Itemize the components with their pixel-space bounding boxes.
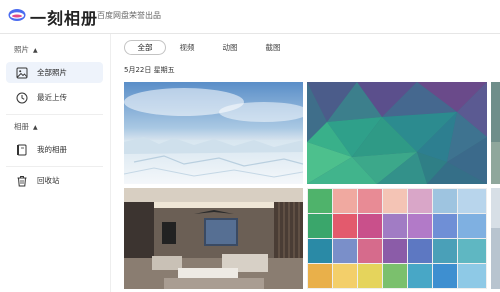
tab-gifs[interactable]: 动图 xyxy=(218,40,242,55)
tab-screenshots[interactable]: 截图 xyxy=(261,40,285,55)
sidebar: 照片 ▲ 全部照片 最近上传 相册 ▲ 我的相册 回收站 xyxy=(0,34,111,292)
color-swatch-photo xyxy=(307,188,487,289)
image-icon xyxy=(16,67,28,78)
sidebar-item-recent-uploads[interactable]: 最近上传 xyxy=(6,87,103,108)
photos-section-label: 照片 xyxy=(14,45,29,54)
sidebar-item-label: 最近上传 xyxy=(37,93,67,102)
tab-label: 全部 xyxy=(137,43,153,52)
sidebar-item-my-albums[interactable]: 我的相册 xyxy=(6,139,103,160)
clock-icon xyxy=(16,92,28,103)
caret-up-icon: ▲ xyxy=(33,47,38,54)
tab-label: 动图 xyxy=(222,43,238,52)
photo-thumbnail[interactable] xyxy=(491,82,500,184)
photo-thumbnail[interactable] xyxy=(307,82,487,184)
tab-all[interactable]: 全部 xyxy=(124,40,166,55)
sidebar-divider xyxy=(6,114,103,115)
tab-videos[interactable]: 视频 xyxy=(175,40,199,55)
tab-label: 视频 xyxy=(179,43,195,52)
app-tagline: 百度网盘荣誉出品 xyxy=(97,11,161,20)
album-icon xyxy=(17,144,27,155)
sidebar-divider xyxy=(6,166,103,167)
main-content: 全部 视频 动图 截图 5月22日 星期五 xyxy=(111,34,500,292)
photo-thumbnail[interactable] xyxy=(307,188,487,289)
low-poly-pattern-photo xyxy=(307,82,487,184)
app-header: 一刻相册 百度网盘荣誉出品 xyxy=(0,0,500,34)
albums-section-header[interactable]: 相册 ▲ xyxy=(14,121,38,132)
trash-icon xyxy=(17,175,27,186)
photo-thumbnail[interactable] xyxy=(491,188,500,289)
partial-photo xyxy=(491,188,500,289)
app-logo-icon xyxy=(8,9,26,21)
sidebar-item-label: 我的相册 xyxy=(37,145,67,154)
caret-up-icon: ▲ xyxy=(33,124,38,131)
date-group-label: 5月22日 星期五 xyxy=(124,66,175,74)
tab-label: 截图 xyxy=(265,43,281,52)
frozen-lake-photo xyxy=(124,82,303,184)
albums-section-label: 相册 xyxy=(14,122,29,131)
photos-section-header[interactable]: 照片 ▲ xyxy=(14,44,38,55)
partial-photo xyxy=(491,82,500,184)
photo-thumbnail[interactable] xyxy=(124,82,303,184)
sidebar-item-label: 全部照片 xyxy=(37,68,67,77)
app-name[interactable]: 一刻相册 xyxy=(30,5,98,29)
sidebar-item-trash[interactable]: 回收站 xyxy=(6,170,103,191)
living-room-photo xyxy=(124,188,303,289)
sidebar-item-all-photos[interactable]: 全部照片 xyxy=(6,62,103,83)
photo-thumbnail[interactable] xyxy=(124,188,303,289)
sidebar-item-label: 回收站 xyxy=(37,176,60,185)
